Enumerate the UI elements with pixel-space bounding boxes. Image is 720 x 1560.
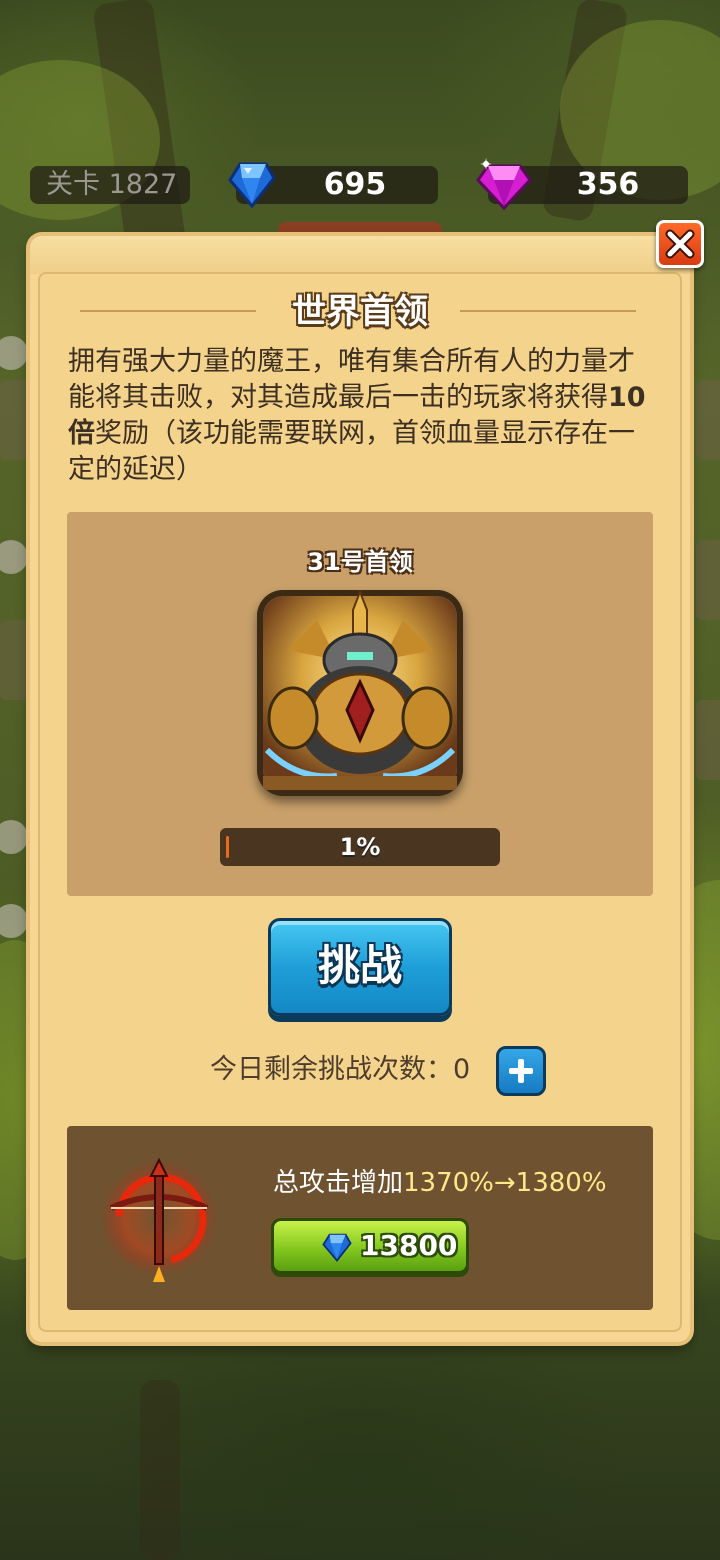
level-label: 关卡 1827	[46, 169, 178, 200]
crossbow-icon	[101, 1157, 217, 1282]
blue-sapphire-icon	[322, 1233, 352, 1262]
challenge-button-label: 挑战	[317, 941, 402, 990]
remaining-attempts: 今日剩余挑战次数：0	[210, 1050, 470, 1090]
dialog-title: 世界首领	[292, 292, 428, 332]
remaining-label: 今日剩余挑战次数：	[210, 1054, 453, 1085]
boss-hp-bar: 1%	[220, 828, 500, 866]
attack-upgrade-values: 1370%→1380%	[403, 1168, 607, 1198]
boss-hp-percent: 1%	[339, 833, 381, 861]
description-text-2: 奖励（该功能需要联网，首领血量显示存在一定的延迟）	[68, 418, 635, 485]
boss-card: 31号首领 1%	[67, 512, 653, 896]
dialog-header-strip	[30, 236, 690, 274]
boss-name: 31号首领	[307, 548, 413, 576]
armored-boss-image	[263, 590, 457, 790]
close-button[interactable]	[656, 220, 704, 268]
upgrade-price: 13800	[360, 1229, 458, 1262]
attack-upgrade-label: 总攻击增加	[273, 1168, 404, 1198]
blue-sapphire-icon	[228, 162, 276, 209]
close-icon	[665, 229, 695, 259]
remaining-count: 0	[453, 1054, 471, 1085]
description-text-1: 拥有强大力量的魔王，唯有集合所有人的力量才能将其击败，对其造成最后一击的玩家将获…	[68, 346, 635, 413]
sapphire-count: 695	[323, 167, 387, 202]
boss-portrait[interactable]	[257, 590, 463, 796]
boss-description: 拥有强大力量的魔王，唯有集合所有人的力量才能将其击败，对其造成最后一击的玩家将获…	[68, 344, 658, 488]
add-attempts-button[interactable]	[496, 1046, 546, 1096]
attack-upgrade-text: 总攻击增加1370%→1380%	[273, 1162, 607, 1199]
attack-upgrade-card: 总攻击增加1370%→1380% 13800	[67, 1126, 653, 1310]
level-indicator: 关卡 1827	[30, 166, 190, 204]
challenge-button[interactable]: 挑战	[268, 918, 452, 1016]
gem-count: 356	[576, 167, 640, 202]
buy-upgrade-button[interactable]: 13800	[271, 1218, 469, 1274]
pink-gem-icon	[476, 158, 532, 211]
